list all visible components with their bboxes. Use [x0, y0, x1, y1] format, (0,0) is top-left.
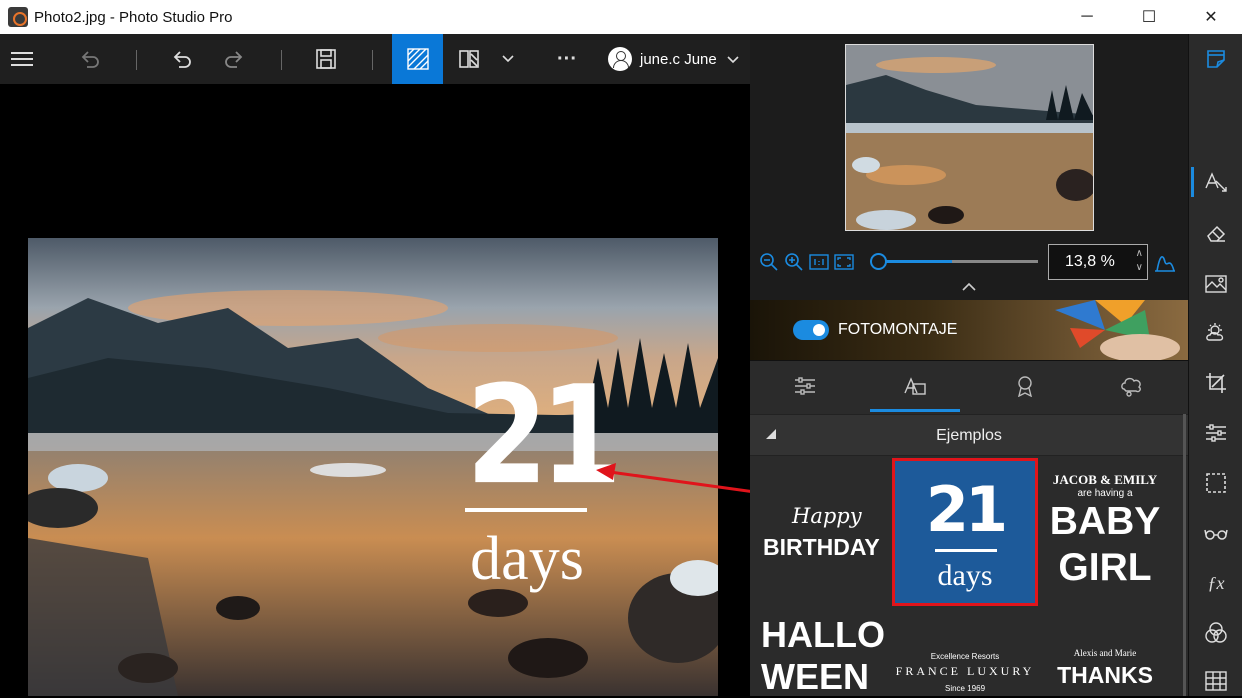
crop-icon[interactable]	[1203, 370, 1229, 396]
birthday-line2: BIRTHDAY	[763, 534, 880, 560]
examples-section-header[interactable]: Ejemplos	[750, 414, 1188, 456]
zoom-in-icon[interactable]	[783, 251, 805, 273]
overlay-underline	[465, 508, 587, 512]
color-circles-icon[interactable]	[1203, 620, 1229, 646]
thanks-line2: THANKS	[1057, 662, 1153, 688]
sliders-icon[interactable]	[1203, 420, 1229, 446]
zoom-value-field[interactable]: 13,8 % ∧ ∨	[1048, 244, 1148, 280]
examples-title: Ejemplos	[936, 427, 1002, 444]
example-21-days-selected[interactable]: 21 days	[892, 458, 1038, 606]
france-line2: FRANCE LUXURY	[895, 664, 1035, 678]
tab-adjustments[interactable]	[785, 371, 825, 401]
overlay-days-text[interactable]: days	[458, 524, 596, 595]
photomontage-banner[interactable]: FOTOMONTAJE	[750, 300, 1188, 360]
image-canvas[interactable]: 21 days	[0, 84, 750, 696]
undo-history-icon[interactable]	[76, 34, 104, 84]
selected-underline	[935, 549, 997, 552]
effects-fx-icon[interactable]: ƒx	[1203, 570, 1229, 596]
france-line3: Since 1969	[944, 684, 986, 693]
photomontage-label: FOTOMONTAJE	[838, 321, 958, 338]
more-options-icon[interactable]: ···	[550, 34, 584, 84]
hamburger-menu-icon[interactable]	[6, 34, 38, 84]
tool-strip: ƒx	[1188, 34, 1242, 696]
example-halloween[interactable]: HALLO WEEN	[761, 614, 885, 698]
landscape-icon[interactable]	[1203, 271, 1229, 297]
redo-icon[interactable]	[220, 34, 248, 84]
histogram-icon[interactable]	[1154, 251, 1176, 273]
edit-notes-icon[interactable]	[1203, 46, 1229, 72]
tool-tabs	[750, 360, 1188, 414]
chevron-down-icon	[727, 51, 739, 68]
collapse-navigator-icon[interactable]	[750, 278, 1188, 300]
zoom-spinner[interactable]: ∧ ∨	[1136, 247, 1143, 275]
minimize-button[interactable]: ─	[1056, 0, 1118, 34]
app-logo-icon	[8, 7, 28, 27]
active-tool-indicator	[1191, 167, 1194, 197]
birthday-line1: Happy	[792, 504, 862, 528]
baby-line1: JACOB & EMILY	[1052, 472, 1158, 487]
halloween-line2: WEEN	[761, 656, 869, 697]
thanks-line1: Alexis and Marie	[1073, 648, 1137, 658]
zoom-slider-knob[interactable]	[870, 253, 887, 270]
compare-icon[interactable]	[455, 34, 483, 84]
right-panel: 13,8 % ∧ ∨ FOTOMONTAJE Ejemplos Happy BI…	[750, 34, 1188, 698]
examples-gallery: Happy BIRTHDAY 21 days JACOB & EMILY are…	[750, 456, 1186, 698]
halloween-line1: HALLO	[761, 614, 885, 655]
tab-clipart[interactable]	[1112, 371, 1152, 401]
navigator	[750, 34, 1188, 240]
navigator-thumbnail[interactable]	[845, 44, 1094, 231]
window-title: Photo2.jpg - Photo Studio Pro	[34, 8, 233, 26]
chevron-down-icon[interactable]	[498, 34, 518, 84]
weather-icon[interactable]	[1203, 320, 1229, 346]
text-tool-icon[interactable]	[1203, 169, 1229, 195]
baby-line2: are having a	[1077, 488, 1133, 499]
zoom-value: 13,8 %	[1065, 253, 1115, 270]
actual-size-icon[interactable]	[808, 251, 830, 273]
tab-text[interactable]	[895, 371, 935, 401]
eraser-icon[interactable]	[1203, 220, 1229, 246]
main-toolbar: ··· june.c June	[0, 34, 750, 84]
user-name: june.c June	[640, 50, 717, 68]
examples-scrollbar[interactable]	[1183, 414, 1186, 696]
user-account-button[interactable]: june.c June	[608, 34, 739, 84]
photomontage-toggle[interactable]	[793, 320, 829, 340]
avatar	[608, 47, 632, 71]
edited-photo[interactable]: 21 days	[28, 238, 718, 696]
edit-mode-button[interactable]	[392, 34, 443, 84]
zoom-out-icon[interactable]	[758, 251, 780, 273]
save-icon[interactable]	[312, 34, 340, 84]
maximize-button[interactable]: ☐	[1118, 0, 1180, 34]
baby-line3: BABY	[1049, 500, 1161, 543]
zoom-slider-fill	[878, 260, 952, 263]
france-line1: Excellence Resorts	[930, 652, 1000, 661]
grid-icon[interactable]	[1203, 668, 1229, 694]
overlay-number-text[interactable]: 21	[466, 367, 622, 503]
zoom-slider[interactable]	[870, 253, 1038, 270]
close-button[interactable]: ✕	[1180, 0, 1242, 34]
fit-to-screen-icon[interactable]	[833, 251, 855, 273]
selection-icon[interactable]	[1203, 470, 1229, 496]
baby-line4: GIRL	[1058, 546, 1152, 589]
title-bar: Photo2.jpg - Photo Studio Pro ─ ☐ ✕	[0, 0, 1242, 34]
glasses-icon[interactable]	[1203, 520, 1229, 546]
undo-icon[interactable]	[168, 34, 196, 84]
selected-days: days	[937, 559, 993, 592]
active-tab-indicator	[870, 409, 960, 412]
tab-badges[interactable]	[1005, 371, 1045, 401]
selected-number: 21	[925, 473, 1008, 546]
